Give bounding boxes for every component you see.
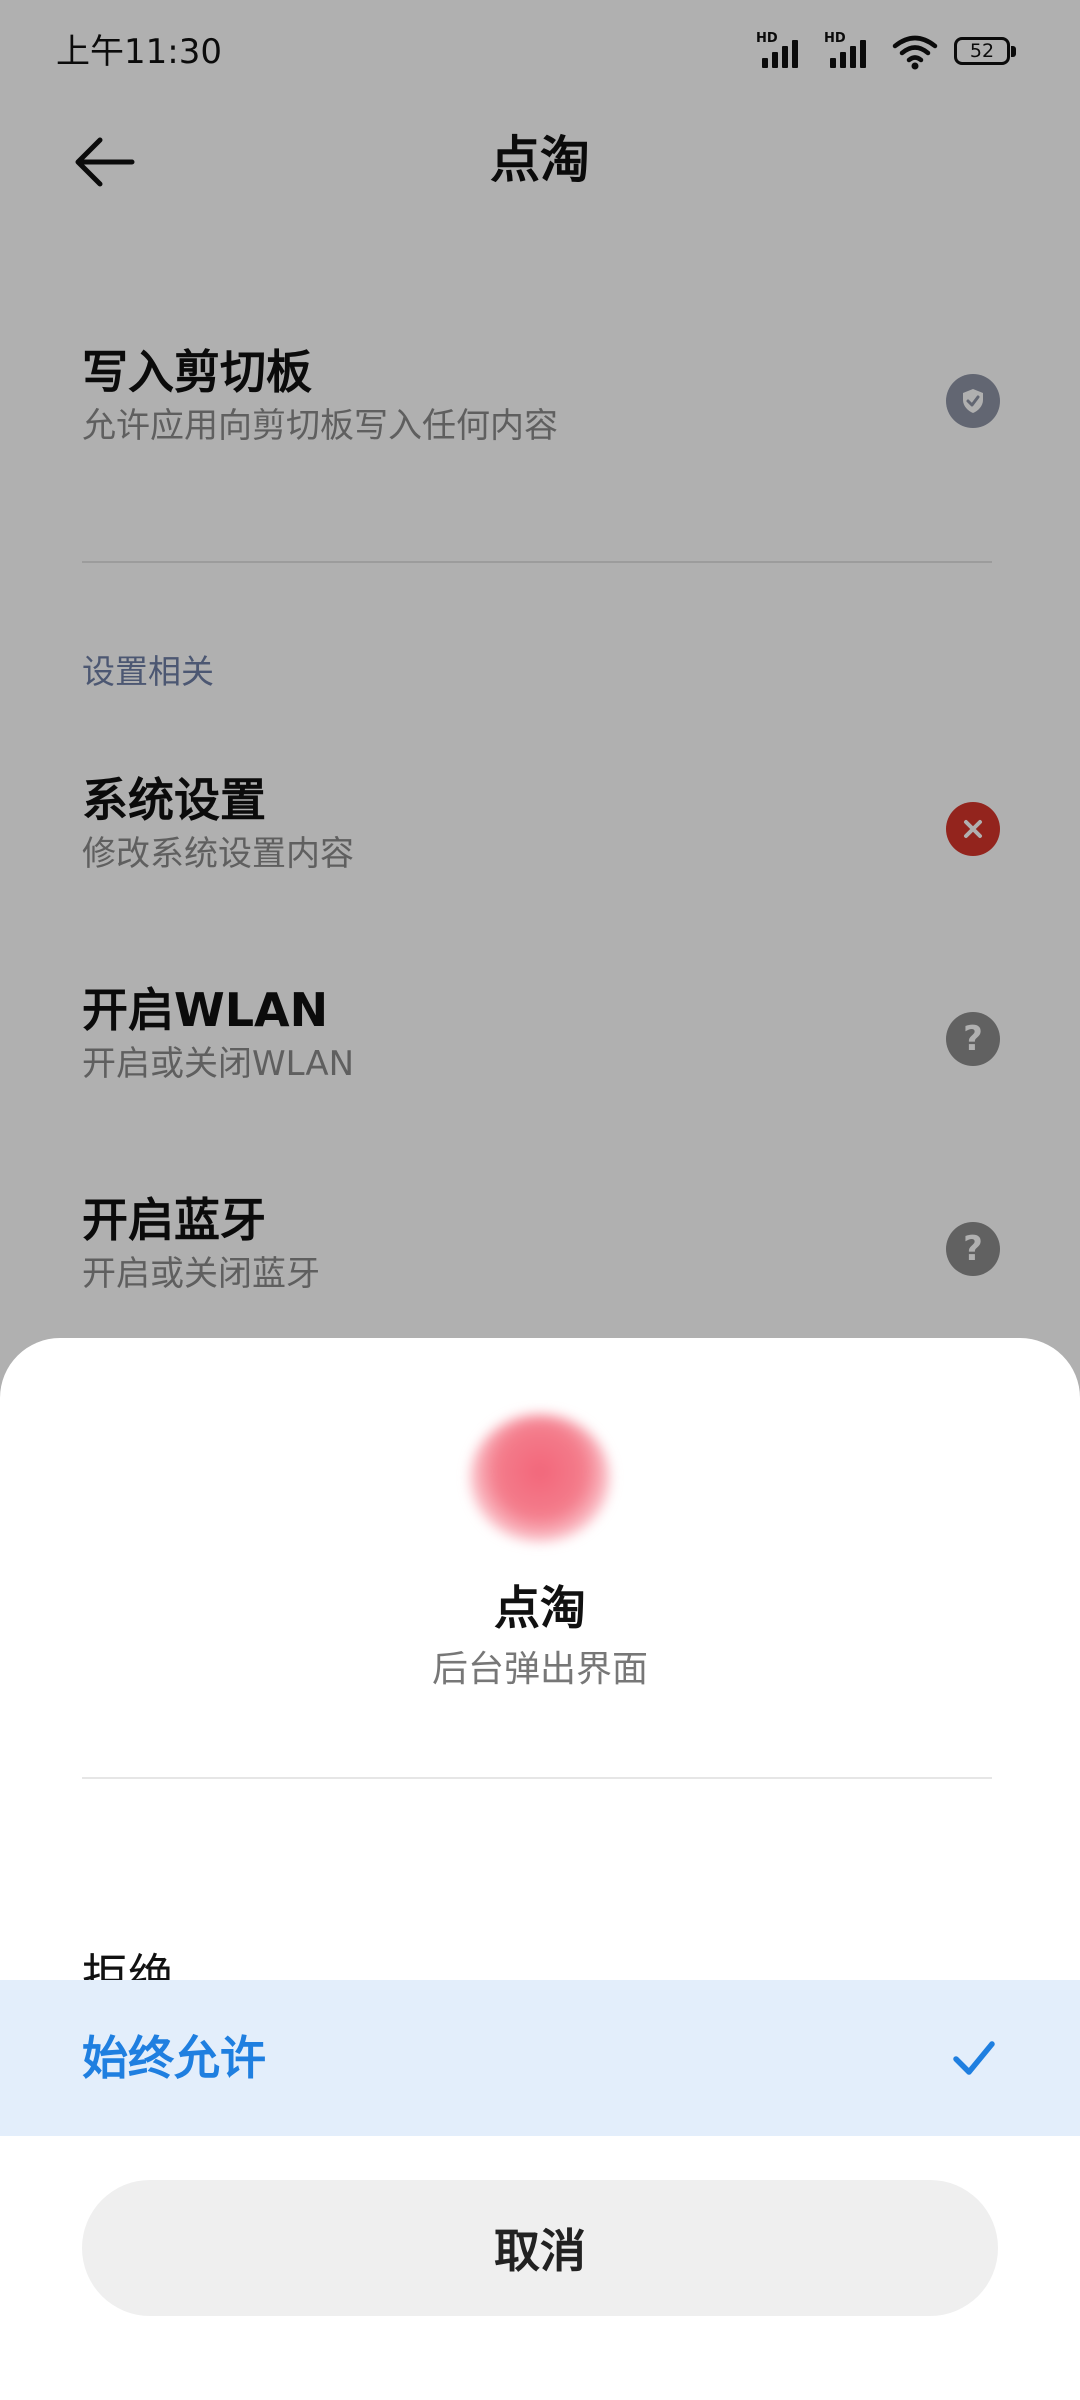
check-icon — [953, 2041, 995, 2075]
app-permission-screen: 上午11:30 HD HD 52 点淘 写入剪切板 允许应用向剪切板写入任何内容… — [0, 0, 1080, 2400]
app-icon — [470, 1414, 610, 1542]
sheet-divider — [82, 1777, 992, 1779]
option-label: 始终允许 — [82, 2031, 266, 2085]
permission-bottom-sheet: 点淘 后台弹出界面 拒绝 始终允许 取消 — [0, 1338, 1080, 2400]
sheet-app-name: 点淘 — [494, 1581, 586, 1635]
option-always-allow[interactable]: 始终允许 — [0, 1980, 1080, 2136]
cancel-button[interactable]: 取消 — [82, 2180, 998, 2316]
sheet-permission-name: 后台弹出界面 — [431, 1649, 648, 1690]
